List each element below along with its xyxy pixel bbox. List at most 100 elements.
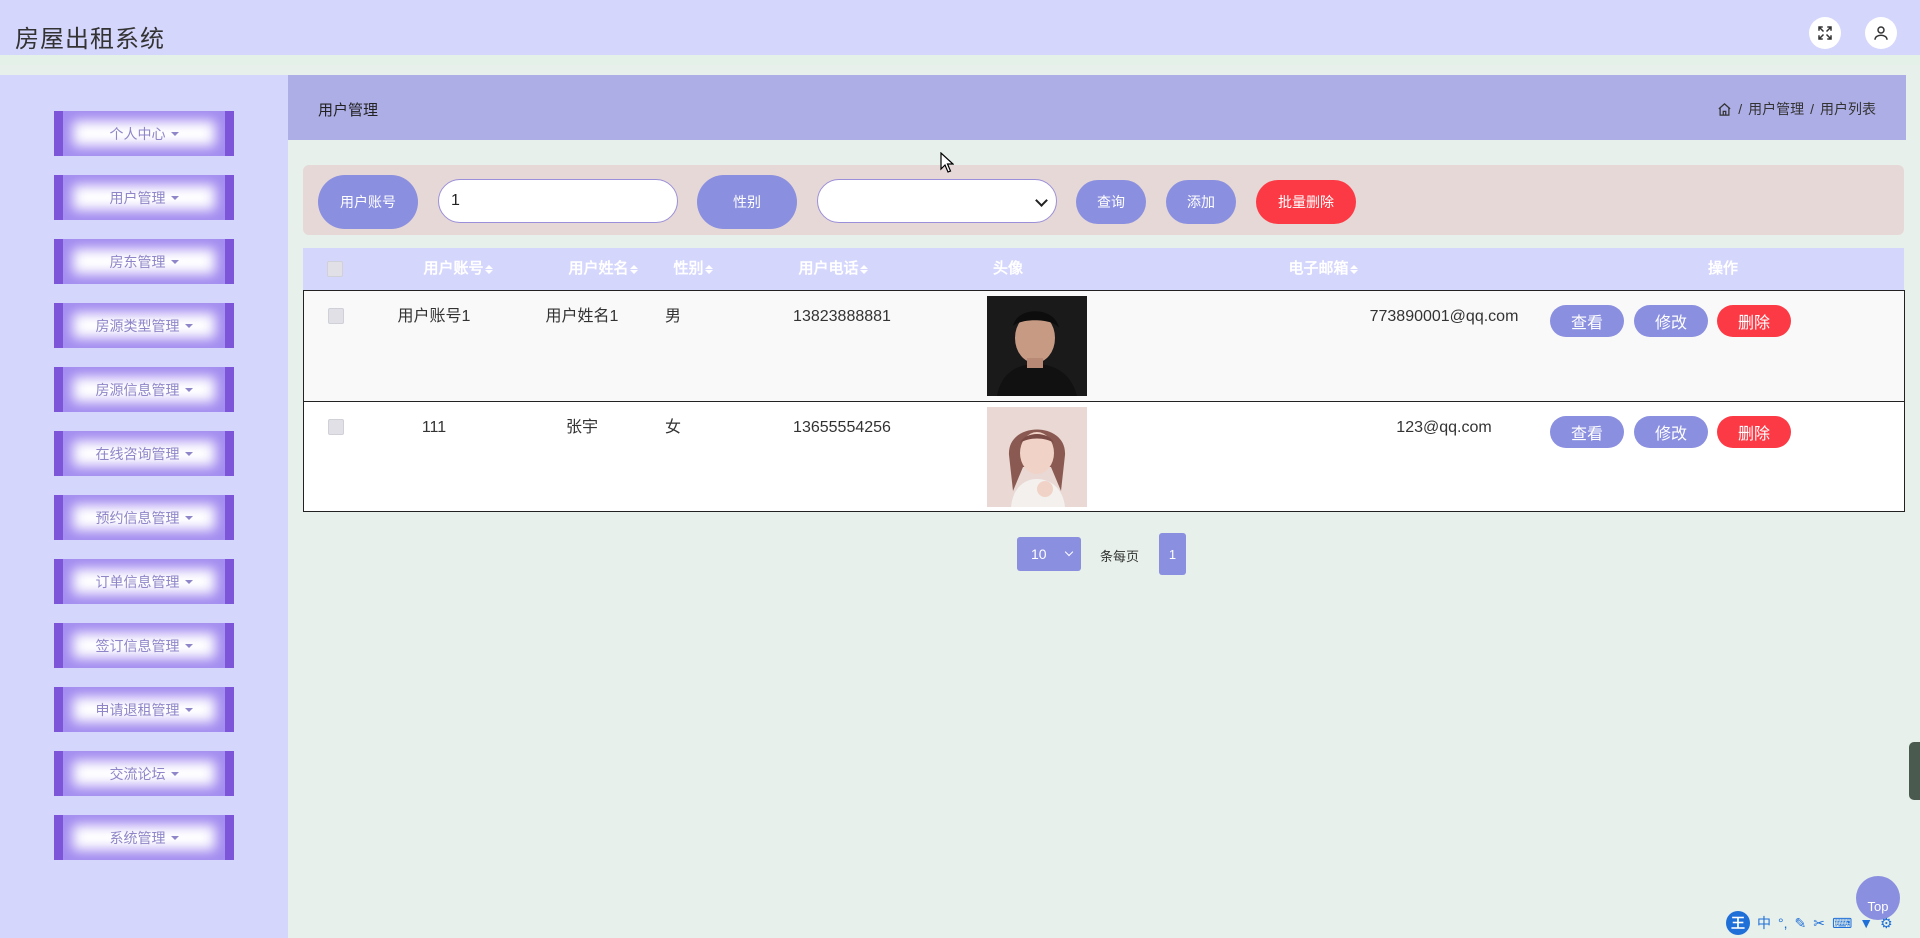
sort-icon xyxy=(629,264,638,274)
column-header-account[interactable]: 用户账号 xyxy=(383,248,533,290)
breadcrumb-separator: / xyxy=(1738,101,1743,117)
app-title: 房屋出租系统 xyxy=(15,26,165,53)
avatar xyxy=(987,296,1087,396)
page-button-current[interactable]: 1 xyxy=(1159,533,1186,575)
caret-down-icon xyxy=(170,835,179,840)
cell-email: 123@qq.com xyxy=(1396,419,1492,436)
sidebar-item-label: 房东管理 xyxy=(109,253,166,270)
cell-account: 用户账号1 xyxy=(397,308,471,325)
cell-name: 张宇 xyxy=(565,419,598,436)
per-page-label: 条每页 xyxy=(1100,549,1140,564)
caret-down-icon xyxy=(170,771,179,776)
caret-down-icon xyxy=(184,387,193,392)
table-row: 用户账号1 用户姓名1 男 13823888881 773890001@qq.c… xyxy=(304,291,1904,402)
caret-down-icon xyxy=(184,579,193,584)
breadcrumb: / 用户管理 / 用户列表 xyxy=(1717,99,1876,119)
sidebar-item-checkout-requests[interactable]: 申请退租管理 xyxy=(54,687,234,732)
sidebar-item-house-info[interactable]: 房源信息管理 xyxy=(54,367,234,412)
caret-down-icon xyxy=(170,195,179,200)
table-body: 用户账号1 用户姓名1 男 13823888881 773890001@qq.c… xyxy=(303,290,1905,512)
view-button[interactable]: 查看 xyxy=(1550,416,1624,448)
account-search-input[interactable] xyxy=(438,179,678,223)
sidebar-item-system[interactable]: 系统管理 xyxy=(54,815,234,860)
page-title: 用户管理 xyxy=(318,102,379,119)
column-header-phone[interactable]: 用户电话 xyxy=(733,248,933,290)
caret-down-icon xyxy=(184,323,193,328)
user-icon xyxy=(1874,26,1888,40)
ime-toolbar: 王 中 °, ✎ ✂ ⌨ ▼ ⚙ xyxy=(1720,908,1920,938)
sidebar-item-label: 订单信息管理 xyxy=(95,573,180,590)
row-checkbox[interactable] xyxy=(328,419,344,435)
caret-down-icon xyxy=(184,515,193,520)
fullscreen-button[interactable] xyxy=(1809,17,1841,49)
sidebar-item-label: 用户管理 xyxy=(109,189,166,206)
user-button[interactable] xyxy=(1865,17,1897,49)
sidebar-item-orders[interactable]: 订单信息管理 xyxy=(54,559,234,604)
chevron-down-icon xyxy=(1035,194,1048,207)
scissors-icon[interactable]: ✂ xyxy=(1813,915,1825,932)
chevron-down-icon xyxy=(1064,547,1074,557)
gender-label: 性别 xyxy=(697,175,797,229)
pen-icon[interactable]: ✎ xyxy=(1795,915,1807,932)
sidebar-item-forum[interactable]: 交流论坛 xyxy=(54,751,234,796)
breadcrumb-item-users[interactable]: 用户管理 xyxy=(1748,99,1804,119)
edit-button[interactable]: 修改 xyxy=(1634,305,1708,337)
ime-mode-toggle[interactable]: 中 xyxy=(1757,913,1771,933)
breadcrumb-item-user-list: 用户列表 xyxy=(1820,101,1876,117)
cell-email: 773890001@qq.com xyxy=(1369,308,1519,325)
table-header: 用户账号 用户姓名 性别 用户电话 头像 电子邮箱 操作 xyxy=(303,248,1904,290)
batch-delete-button[interactable]: 批量删除 xyxy=(1256,180,1356,224)
expand-icon xyxy=(1818,26,1832,40)
select-all-checkbox[interactable] xyxy=(327,261,343,277)
sidebar-item-house-types[interactable]: 房源类型管理 xyxy=(54,303,234,348)
sidebar-item-label: 在线咨询管理 xyxy=(95,445,180,462)
sidebar-item-contracts[interactable]: 签订信息管理 xyxy=(54,623,234,668)
sidebar-item-label: 签订信息管理 xyxy=(95,637,180,654)
caret-down-icon xyxy=(170,131,179,136)
ime-logo[interactable]: 王 xyxy=(1726,911,1750,935)
column-header-gender[interactable]: 性别 xyxy=(643,248,743,290)
table-row: 111 张宇 女 13655554256 123@qq.com 查看 修改 删除 xyxy=(304,401,1904,512)
view-button[interactable]: 查看 xyxy=(1550,305,1624,337)
mouse-cursor-icon xyxy=(940,152,954,173)
sidebar-item-label: 申请退租管理 xyxy=(95,701,180,718)
cell-phone: 13823888881 xyxy=(793,308,891,325)
column-header-email[interactable]: 电子邮箱 xyxy=(1188,248,1458,290)
gender-select[interactable] xyxy=(817,179,1057,223)
sidebar-item-label: 交流论坛 xyxy=(109,765,166,782)
cell-name: 用户姓名1 xyxy=(545,308,619,325)
settings-icon[interactable]: ⚙ xyxy=(1880,915,1893,932)
home-icon[interactable] xyxy=(1717,102,1732,117)
add-button[interactable]: 添加 xyxy=(1166,180,1236,224)
caret-down-icon xyxy=(184,643,193,648)
caret-down-icon xyxy=(184,707,193,712)
sidebar-item-label: 个人中心 xyxy=(109,125,166,142)
sort-icon xyxy=(484,264,493,274)
skin-icon[interactable]: ▼ xyxy=(1859,915,1873,931)
row-checkbox[interactable] xyxy=(328,308,344,324)
sort-icon xyxy=(1349,264,1358,274)
delete-button[interactable]: 删除 xyxy=(1717,305,1791,337)
sidebar-item-reservations[interactable]: 预约信息管理 xyxy=(54,495,234,540)
edit-button[interactable]: 修改 xyxy=(1634,416,1708,448)
account-label: 用户账号 xyxy=(318,175,418,229)
page-size-value: 10 xyxy=(1031,546,1047,562)
sidebar-item-users[interactable]: 用户管理 xyxy=(54,175,234,220)
sidebar-item-profile[interactable]: 个人中心 xyxy=(54,111,234,156)
delete-button[interactable]: 删除 xyxy=(1717,416,1791,448)
sort-icon xyxy=(704,264,713,274)
breadcrumb-bar: 用户管理 / 用户管理 / 用户列表 xyxy=(288,75,1906,140)
punctuation-icon[interactable]: °, xyxy=(1778,915,1788,931)
sidebar-item-landlords[interactable]: 房东管理 xyxy=(54,239,234,284)
column-header-avatar: 头像 xyxy=(992,260,1023,277)
sidebar-item-label: 房源类型管理 xyxy=(95,317,180,334)
sidebar-item-consultation[interactable]: 在线咨询管理 xyxy=(54,431,234,476)
page-size-select[interactable]: 10 xyxy=(1017,537,1081,571)
cell-gender: 男 xyxy=(664,308,681,325)
sort-icon xyxy=(859,264,868,274)
column-header-actions: 操作 xyxy=(1707,260,1738,277)
side-panel-handle[interactable] xyxy=(1909,742,1920,800)
keyboard-icon[interactable]: ⌨ xyxy=(1832,915,1852,932)
caret-down-icon xyxy=(170,259,179,264)
query-button[interactable]: 查询 xyxy=(1076,180,1146,224)
